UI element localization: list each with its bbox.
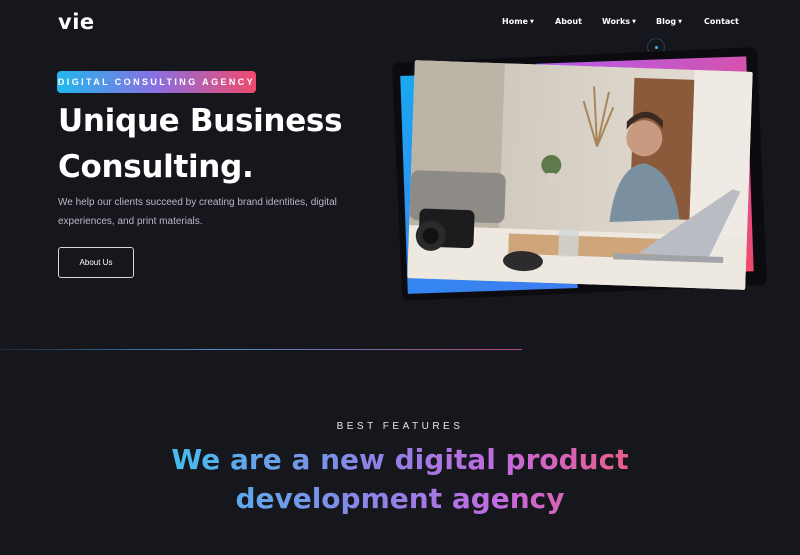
nav-works[interactable]: Works ▼ bbox=[602, 17, 636, 26]
caret-down-icon: ▼ bbox=[632, 19, 636, 25]
features-label: BEST FEATURES bbox=[336, 421, 464, 432]
nav-home-label: Home bbox=[502, 17, 528, 26]
main-nav: Home ▼ About Works ▼ Blog ▼ Contact bbox=[488, 17, 748, 31]
hero-photo bbox=[407, 60, 753, 290]
nav-about[interactable]: About bbox=[555, 17, 582, 26]
hero-description: We help our clients succeed by creating … bbox=[58, 197, 337, 227]
nav-blog-label: Blog bbox=[656, 17, 677, 26]
features-title-line2: development agency bbox=[235, 482, 565, 515]
section-divider bbox=[0, 349, 522, 350]
features-title: We are a new digital product development… bbox=[150, 440, 650, 518]
hero-badge: DIGITAL CONSULTING AGENCY bbox=[57, 71, 256, 93]
logo[interactable]: vie bbox=[58, 10, 95, 34]
hero-title-line2: Consulting. bbox=[58, 149, 254, 185]
hero-title: Unique Business Consulting. bbox=[58, 98, 378, 190]
caret-down-icon: ▼ bbox=[678, 19, 682, 25]
features-title-line1: We are a new digital product bbox=[171, 443, 629, 476]
nav-contact[interactable]: Contact bbox=[704, 17, 739, 26]
about-us-button[interactable]: About Us bbox=[58, 247, 134, 278]
caret-down-icon: ▼ bbox=[529, 19, 534, 25]
nav-about-label: About bbox=[555, 17, 582, 26]
nav-home[interactable]: Home ▼ bbox=[502, 17, 534, 26]
nav-works-label: Works bbox=[602, 17, 631, 26]
nav-blog[interactable]: Blog ▼ bbox=[656, 17, 682, 26]
nav-contact-label: Contact bbox=[704, 17, 739, 26]
hero-title-line1: Unique Business bbox=[58, 103, 343, 139]
